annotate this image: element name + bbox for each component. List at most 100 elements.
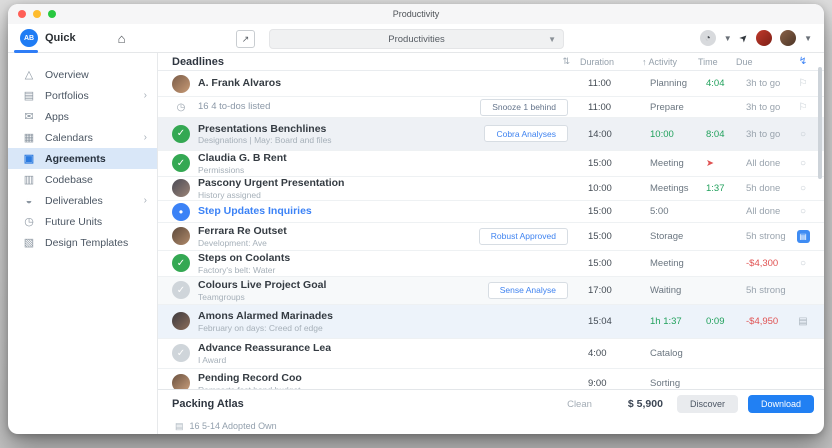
table-row[interactable]: ✓ Steps on Coolants Factory's belt: Wate… <box>158 251 824 277</box>
apps-icon: ✉ <box>24 111 34 123</box>
filter-icon[interactable]: ↯ <box>788 56 818 67</box>
list-header: Deadlines ⇅ Duration ↑ Activity Time Due… <box>158 53 824 71</box>
sidebar-item-agreements[interactable]: ▣ Agreements <box>8 148 157 169</box>
row-due: 5h done <box>746 183 781 194</box>
row-action-button[interactable]: Robust Approved <box>478 227 568 245</box>
active-tab-indicator <box>14 50 38 53</box>
row-duration: 11:00 <box>588 101 612 113</box>
chevron-right-icon: › <box>143 132 147 143</box>
row-activity: 5:00 <box>650 206 669 217</box>
app-logo[interactable]: AB <box>20 29 38 47</box>
column-activity[interactable]: ↑ Activity <box>642 57 698 67</box>
doc-icon[interactable]: ▤ <box>788 316 818 327</box>
table-row[interactable]: A. Frank Alvaros 11:00 Planning 4:04 3h … <box>158 71 824 97</box>
row-activity: Meeting <box>650 158 684 169</box>
avatar[interactable] <box>756 30 773 46</box>
future-units-icon: ◷ <box>24 216 34 228</box>
home-icon[interactable]: ⌂ <box>118 31 126 46</box>
search-dropdown[interactable]: Productivities ▼ <box>269 29 564 49</box>
codebase-icon: ▥ <box>23 174 35 186</box>
download-button[interactable]: Download <box>747 395 814 413</box>
table-row[interactable]: Ferrara Re Outset Development: Ave Robus… <box>158 223 824 251</box>
globe-icon[interactable]: ◔ <box>699 30 716 46</box>
portfolios-icon: ▤ <box>23 90 35 102</box>
row-subtitle: Teamgroups <box>198 291 245 302</box>
table-row[interactable]: ✓ Presentations Benchlines Designations … <box>158 118 824 151</box>
sidebar-item-codebase[interactable]: ▥ Codebase <box>8 169 157 190</box>
circle-icon[interactable]: ○ <box>788 258 818 269</box>
row-title: Pending Record Coo <box>198 372 302 385</box>
overview-icon: △ <box>24 69 34 81</box>
row-duration: 15:04 <box>588 316 612 327</box>
row-time: 1:37 <box>706 183 725 194</box>
chevron-down-icon[interactable]: ▼ <box>804 34 812 43</box>
row-action-button[interactable]: Snooze 1 behind <box>480 98 568 116</box>
table-row[interactable]: • Step Updates Inquiries 15:00 5:00 All … <box>158 201 824 223</box>
row-subtitle: February on days: Creed of edge <box>198 322 323 333</box>
row-title: Presentations Benchlines <box>198 122 327 135</box>
sidebar-item-future-units[interactable]: ◷ Future Units <box>8 211 157 232</box>
table-row[interactable]: Pascony Urgent Presentation History assi… <box>158 177 824 201</box>
discover-button[interactable]: Discover <box>676 395 738 413</box>
circle-icon[interactable]: ○ <box>788 183 818 194</box>
design-templates-icon: ▧ <box>23 237 35 249</box>
maximize-button[interactable] <box>48 10 56 18</box>
sidebar-item-deliverables[interactable]: ◒ Deliverables › <box>8 190 157 211</box>
row-activity: 10:00 <box>650 128 674 140</box>
footer-label: Clean <box>567 398 592 410</box>
deliverables-icon: ◒ <box>25 194 33 207</box>
sort-icon[interactable]: ⇅ <box>562 56 570 67</box>
row-due: 3h to go <box>746 78 781 89</box>
flag-icon[interactable]: ⚐ <box>788 102 818 113</box>
traffic-lights <box>18 10 56 18</box>
row-activity: 1h 1:37 <box>650 316 682 327</box>
row-due: All done <box>746 158 781 169</box>
agreements-icon: ▣ <box>23 153 35 165</box>
avatar <box>172 227 190 246</box>
row-duration: 9:00 <box>588 378 607 389</box>
table-row[interactable]: Amons Alarmed Marinades February on days… <box>158 305 824 339</box>
table-row[interactable]: ✓ Claudia G. B Rent Permissions 15:00 Me… <box>158 151 824 177</box>
sidebar-item-design-templates[interactable]: ▧ Design Templates <box>8 232 157 253</box>
column-time[interactable]: Time <box>698 57 736 67</box>
chevron-right-icon: › <box>143 90 147 101</box>
close-button[interactable] <box>18 10 26 18</box>
column-duration[interactable]: Duration <box>580 57 642 67</box>
avatar <box>172 312 190 331</box>
minimize-button[interactable] <box>33 10 41 18</box>
circle-icon[interactable]: ○ <box>788 129 818 140</box>
circle-icon[interactable]: ○ <box>788 158 818 169</box>
share-icon[interactable]: ↗ <box>236 30 255 48</box>
table-row[interactable]: Pending Record Coo Ramparts fast bond bu… <box>158 369 824 389</box>
footer-subline: ▤ 16 5-14 Adopted Own <box>158 418 824 434</box>
row-time: 0:09 <box>706 316 725 327</box>
flag-icon[interactable]: ⚐ <box>788 78 818 89</box>
table-row[interactable]: ✓ Advance Reassurance Lea I Award 4:00 C… <box>158 339 824 369</box>
row-action-button[interactable]: Cobra Analyses <box>484 125 568 143</box>
row-duration: 14:00 <box>588 128 612 140</box>
sidebar-item-overview[interactable]: △ Overview <box>8 64 157 85</box>
sidebar-item-label: Calendars <box>45 131 93 144</box>
sidebar-item-calendars[interactable]: ▦ Calendars › <box>8 127 157 148</box>
main-panel: Deadlines ⇅ Duration ↑ Activity Time Due… <box>158 53 824 434</box>
subline-text: 16 5-14 Adopted Own <box>189 421 277 431</box>
clipboard-icon[interactable]: ▤ <box>796 230 810 243</box>
row-due: 5h strong <box>746 231 786 242</box>
table-row[interactable]: ✓ Colours Live Project Goal Teamgroups S… <box>158 277 824 305</box>
table-row[interactable]: ◷ 16 4 to-dos listed Snooze 1 behind 11:… <box>158 97 824 118</box>
chevron-down-icon[interactable]: ▼ <box>724 34 732 43</box>
row-subtitle: Permissions <box>198 164 245 175</box>
row-duration: 15:00 <box>588 158 612 169</box>
app-window: Productivity AB Quick ⌂ ↗ Productivities… <box>8 4 824 434</box>
avatar[interactable] <box>780 30 797 46</box>
row-title: Colours Live Project Goal <box>198 279 327 292</box>
column-due[interactable]: Due <box>736 57 788 67</box>
sidebar-item-apps[interactable]: ✉ Apps <box>8 106 157 127</box>
pointer-icon[interactable]: ➤ <box>737 31 751 45</box>
sidebar-item-portfolios[interactable]: ▤ Portfolios › <box>8 85 157 106</box>
window-title: Productivity <box>392 9 440 19</box>
check-icon: ✓ <box>172 344 190 363</box>
circle-icon[interactable]: ○ <box>788 206 818 217</box>
scrollbar[interactable] <box>818 67 822 179</box>
row-action-button[interactable]: Sense Analyse <box>487 281 568 299</box>
